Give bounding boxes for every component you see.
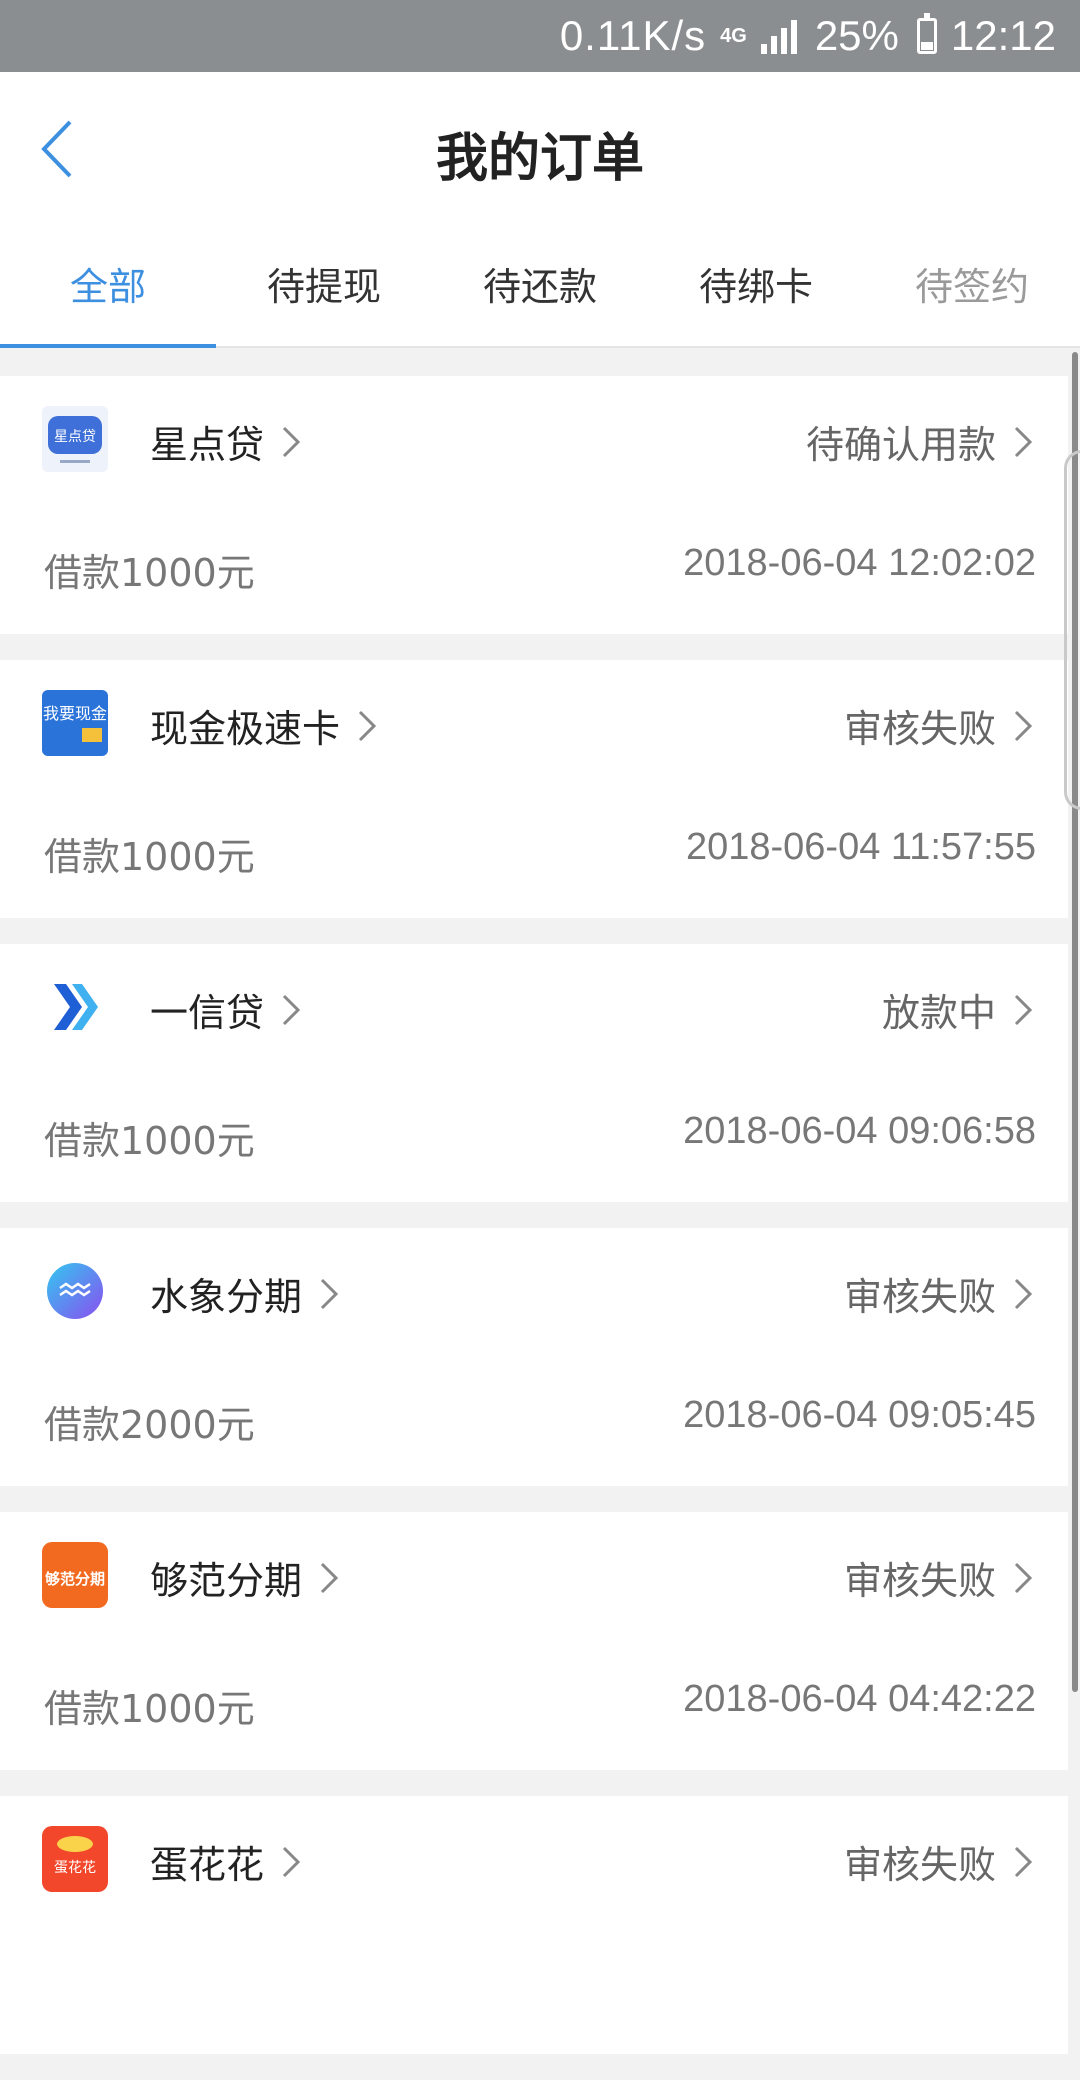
xingdiandai-logo-icon: 星点贷 [42,406,108,472]
chevron-right-icon [1014,1562,1033,1593]
order-card[interactable]: 我要现金 现金极速卡 审核失败 借款1000元 2018-06-04 11:57… [0,660,1068,918]
danhuahua-logo-icon: 蛋花花 [42,1826,108,1892]
chevron-right-icon [320,1278,339,1309]
order-status-text: 审核失败 [843,1559,996,1603]
chevron-right-icon [282,994,301,1025]
tab-bar: 全部 待提现 待还款 待绑卡 待签约 [0,220,1080,348]
order-time: 2018-06-04 04:42:22 [683,1678,1036,1720]
edge-panel-handle[interactable] [1064,450,1080,810]
chevron-right-icon [1014,994,1033,1025]
battery-icon [916,13,937,54]
tab-all[interactable]: 全部 [0,256,216,311]
lender-name-text: 星点贷 [150,423,265,467]
clock: 12:12 [950,12,1056,59]
order-status[interactable]: 审核失败 [844,698,1034,753]
logo-text: 够范分期 [44,1570,105,1588]
lender-name[interactable]: 蛋花花 [150,1834,302,1889]
lender-name-text: 蛋花花 [150,1843,265,1887]
order-status[interactable]: 审核失败 [844,1550,1034,1605]
lender-name[interactable]: 星点贷 [150,414,302,469]
order-card[interactable]: 水象分期 审核失败 借款2000元 2018-06-04 09:05:45 [0,1228,1068,1486]
loan-amount: 借款1000元 [44,835,255,879]
tab-pending-bind-card[interactable]: 待绑卡 [648,256,864,311]
order-status-text: 审核失败 [843,1843,996,1887]
status-bar: 0.11K/s 4G 25% 12:12 [0,0,1080,72]
order-time: 2018-06-04 09:05:45 [683,1394,1036,1436]
loan-amount: 借款2000元 [44,1403,255,1447]
logo-text: 蛋花花 [54,1860,96,1876]
goufan-logo-icon: 够范分期 [42,1542,108,1608]
tab-pending-withdraw[interactable]: 待提现 [216,256,432,311]
lender-name[interactable]: 水象分期 [150,1266,340,1321]
lender-name[interactable]: 现金极速卡 [150,698,378,753]
header: 我的订单 [0,72,1080,220]
lender-name-text: 一信贷 [150,991,265,1035]
chevron-right-icon [1014,426,1033,457]
lender-name[interactable]: 一信贷 [150,982,302,1037]
chevron-right-icon [358,710,377,741]
tab-pending-repay[interactable]: 待还款 [432,256,648,311]
chevron-right-icon [320,1562,339,1593]
order-status-text: 审核失败 [843,707,996,751]
chevron-right-icon [1014,1278,1033,1309]
lender-name-text: 水象分期 [150,1275,303,1319]
signal-icon [760,20,797,54]
order-time: 2018-06-04 09:06:58 [683,1110,1036,1152]
order-status-text: 放款中 [881,991,996,1035]
battery-level: 25% [814,12,899,59]
logo-text: 星点贷 [54,429,96,445]
network-type-icon: 4G [720,25,747,47]
chevron-right-icon [282,1846,301,1877]
active-tab-indicator [0,344,216,348]
order-card[interactable]: 星点贷 星点贷 待确认用款 借款1000元 2018-06-04 12:02:0… [0,376,1068,634]
order-status[interactable]: 审核失败 [844,1266,1034,1321]
loan-amount: 借款1000元 [44,551,255,595]
lender-name[interactable]: 够范分期 [150,1550,340,1605]
chevron-right-icon [282,426,301,457]
chevron-right-icon [1014,1846,1033,1877]
yixindai-logo-icon [42,974,108,1040]
network-speed: 0.11K/s [559,12,707,59]
lender-name-text: 够范分期 [150,1559,303,1603]
order-card[interactable]: 够范分期 够范分期 审核失败 借款1000元 2018-06-04 04:42:… [0,1512,1068,1770]
order-time: 2018-06-04 12:02:02 [683,542,1036,584]
order-card[interactable]: 蛋花花 蛋花花 审核失败 [0,1796,1068,2054]
order-status-text: 审核失败 [843,1275,996,1319]
order-status[interactable]: 待确认用款 [806,414,1034,469]
lender-name-text: 现金极速卡 [150,707,341,751]
page-title: 我的订单 [435,129,644,189]
order-status[interactable]: 审核失败 [844,1834,1034,1889]
order-status[interactable]: 放款中 [882,982,1034,1037]
tab-pending-sign[interactable]: 待签约 [864,256,1080,311]
shuixiang-logo-icon [47,1263,103,1319]
cash-card-logo-icon: 我要现金 [42,690,108,756]
loan-amount: 借款1000元 [44,1687,255,1731]
order-list: 星点贷 星点贷 待确认用款 借款1000元 2018-06-04 12:02:0… [0,376,1070,2080]
chevron-right-icon [1014,710,1033,741]
logo-text: 我要现金 [43,704,107,723]
loan-amount: 借款1000元 [44,1119,255,1163]
order-card[interactable]: 一信贷 放款中 借款1000元 2018-06-04 09:06:58 [0,944,1068,1202]
order-time: 2018-06-04 11:57:55 [685,826,1036,868]
order-status-text: 待确认用款 [805,423,996,467]
